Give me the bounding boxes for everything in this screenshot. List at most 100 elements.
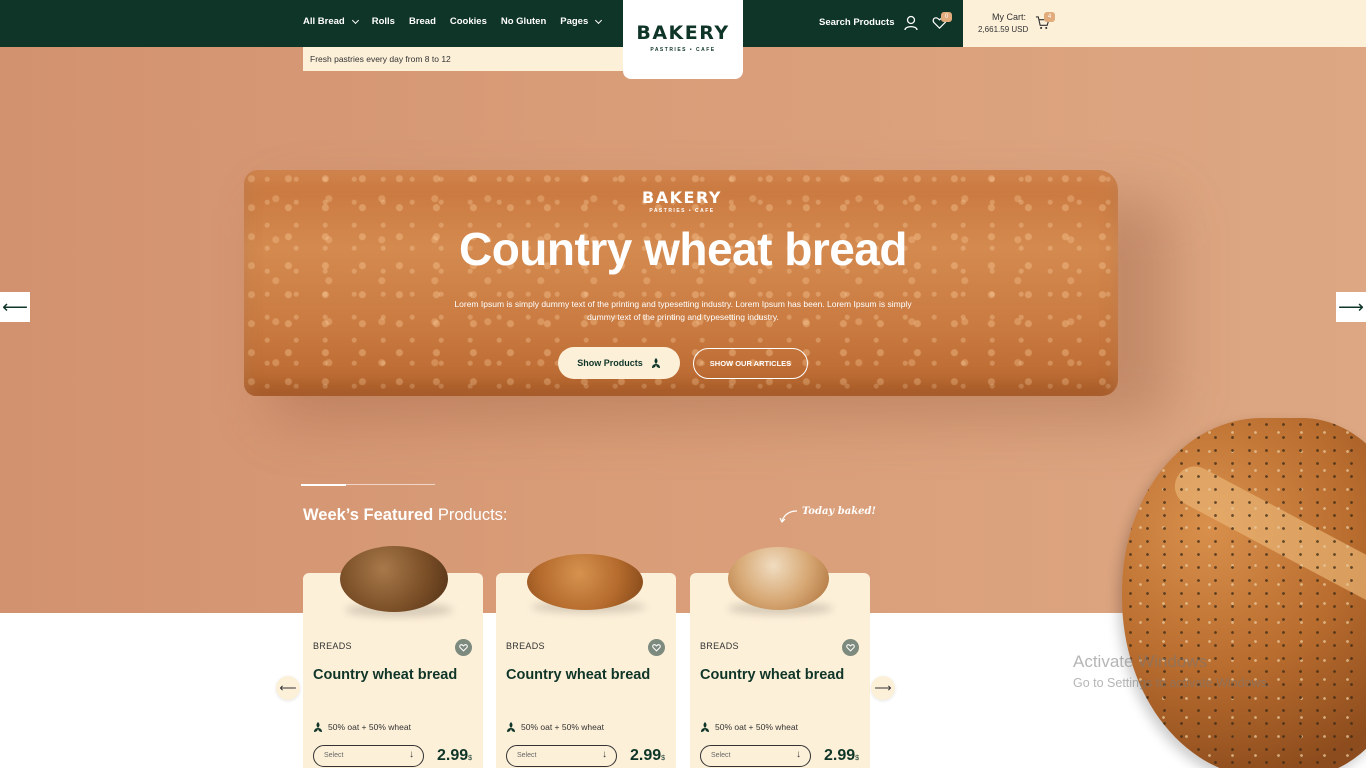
featured-section-title: Week’s Featured Products: bbox=[303, 506, 508, 525]
cart-count-badge: 4 bbox=[1044, 12, 1055, 22]
nav-item-rolls[interactable]: Rolls bbox=[372, 16, 395, 27]
product-image bbox=[527, 554, 643, 610]
favorite-button[interactable] bbox=[455, 639, 472, 656]
product-name[interactable]: Country wheat bread bbox=[313, 668, 463, 683]
cart-total: 2,661.59 USD bbox=[978, 25, 1029, 34]
nav-item-pages[interactable]: Pages bbox=[560, 16, 603, 27]
nav-item-cookies[interactable]: Cookies bbox=[450, 16, 487, 27]
arrow-down-icon: ↓ bbox=[602, 749, 607, 760]
curved-arrow-icon bbox=[779, 510, 798, 524]
watermark-line-2: Go to Settings to activate Windows. bbox=[1073, 676, 1271, 690]
select-label: Select bbox=[324, 752, 344, 759]
search-products-link[interactable]: Search Products bbox=[819, 17, 895, 28]
product-image bbox=[340, 546, 448, 612]
wishlist-button[interactable]: 0 bbox=[932, 12, 952, 31]
heart-icon bbox=[846, 644, 855, 652]
price-value: 2.99 bbox=[437, 747, 469, 764]
nav-item-all-bread[interactable]: All Bread bbox=[303, 16, 359, 27]
watermark-line-1: Activate Windows bbox=[1073, 652, 1208, 671]
section-divider-accent bbox=[301, 484, 346, 486]
show-articles-button[interactable]: SHOW OUR ARTICLES bbox=[693, 348, 808, 379]
nav-item-label: Pages bbox=[560, 16, 589, 27]
logo-title: BAKERY bbox=[636, 22, 730, 44]
product-mix: 50% oat + 50% wheat bbox=[313, 721, 411, 733]
top-navigation-bar: All Bread Rolls Bread Cookies No Gluten … bbox=[0, 0, 963, 47]
price-value: 2.99 bbox=[630, 747, 662, 764]
featured-title-rest: Products: bbox=[433, 506, 508, 524]
arrow-down-icon: ↓ bbox=[796, 749, 801, 760]
select-label: Select bbox=[711, 752, 731, 759]
favorite-button[interactable] bbox=[648, 639, 665, 656]
nav-item-no-gluten[interactable]: No Gluten bbox=[501, 16, 546, 27]
nav-item-label: No Gluten bbox=[500, 16, 547, 27]
product-category: BREADS bbox=[506, 641, 545, 651]
hero-logo-subtitle: PASTRIES • CAFE bbox=[649, 208, 715, 214]
product-mix-label: 50% oat + 50% wheat bbox=[328, 722, 411, 732]
nav-item-label: Rolls bbox=[371, 16, 395, 27]
arrow-right-icon: ⟶ bbox=[874, 681, 892, 695]
product-price: 2.99$ bbox=[824, 747, 859, 765]
show-products-button[interactable]: Show Products bbox=[558, 347, 680, 379]
product-mix: 50% oat + 50% wheat bbox=[700, 721, 798, 733]
product-name[interactable]: Country wheat bread bbox=[506, 668, 656, 683]
hero-next-arrow[interactable]: ⟶ bbox=[1336, 292, 1366, 322]
wheat-icon bbox=[701, 722, 709, 732]
cart-button[interactable]: 4 bbox=[1035, 12, 1055, 33]
opening-hours-notice: Fresh pastries every day from 8 to 12 bbox=[303, 47, 623, 71]
chevron-down-icon bbox=[595, 16, 603, 24]
show-products-label: Show Products bbox=[577, 358, 643, 368]
select-label: Select bbox=[517, 752, 537, 759]
cart-area: My Cart: 2,661.59 USD 4 bbox=[963, 0, 1366, 47]
product-name[interactable]: Country wheat bread bbox=[700, 668, 850, 683]
price-value: 2.99 bbox=[824, 747, 856, 764]
product-category: BREADS bbox=[313, 641, 352, 651]
featured-title-bold: Week’s Featured bbox=[303, 506, 434, 524]
wheat-icon bbox=[651, 358, 660, 368]
product-card[interactable]: BREADS Country wheat bread 50% oat + 50%… bbox=[303, 546, 483, 768]
bread-seeds-texture bbox=[1122, 418, 1366, 768]
product-variant-select[interactable]: Select ↓ bbox=[313, 745, 424, 767]
nav-item-bread[interactable]: Bread bbox=[409, 16, 436, 27]
decorative-bread-image bbox=[1122, 418, 1366, 768]
arrow-down-icon: ↓ bbox=[409, 749, 414, 760]
chevron-down-icon bbox=[351, 16, 359, 24]
price-currency: $ bbox=[661, 755, 666, 762]
wishlist-count-badge: 0 bbox=[941, 12, 952, 22]
product-image bbox=[728, 547, 829, 610]
heart-icon bbox=[459, 644, 468, 652]
wheat-icon bbox=[314, 722, 322, 732]
product-price: 2.99$ bbox=[630, 747, 665, 765]
main-nav: All Bread Rolls Bread Cookies No Gluten … bbox=[303, 16, 603, 27]
wheat-icon bbox=[507, 722, 515, 732]
product-card[interactable]: BREADS Country wheat bread 50% oat + 50%… bbox=[496, 554, 676, 768]
hero-description: Lorem Ipsum is simply dummy text of the … bbox=[454, 299, 912, 322]
product-mix: 50% oat + 50% wheat bbox=[506, 721, 604, 733]
nav-item-label: Bread bbox=[408, 16, 436, 27]
hero-logo: BAKERY PASTRIES • CAFE bbox=[622, 188, 742, 214]
product-variant-select[interactable]: Select ↓ bbox=[700, 745, 811, 767]
nav-item-label: All Bread bbox=[303, 16, 345, 27]
hero-logo-title: BAKERY bbox=[642, 188, 722, 207]
arrow-right-icon: ⟶ bbox=[1338, 296, 1364, 317]
products-next-arrow[interactable]: ⟶ bbox=[871, 676, 895, 700]
products-prev-arrow[interactable]: ⟵ bbox=[276, 676, 300, 700]
product-mix-label: 50% oat + 50% wheat bbox=[715, 722, 798, 732]
cart-label: My Cart: bbox=[992, 12, 1027, 22]
windows-activation-watermark: Activate Windows Go to Settings to activ… bbox=[1073, 652, 1270, 690]
nav-item-label: Cookies bbox=[449, 16, 487, 27]
product-card[interactable]: BREADS Country wheat bread 50% oat + 50%… bbox=[690, 547, 870, 768]
hero-title: Country wheat bread bbox=[458, 223, 908, 275]
logo-subtitle: PASTRIES • CAFE bbox=[650, 47, 716, 53]
price-currency: $ bbox=[855, 755, 860, 762]
today-baked-tagline: Today baked! bbox=[802, 506, 876, 517]
product-price: 2.99$ bbox=[437, 747, 472, 765]
product-variant-select[interactable]: Select ↓ bbox=[506, 745, 617, 767]
user-icon[interactable] bbox=[904, 15, 918, 31]
favorite-button[interactable] bbox=[842, 639, 859, 656]
product-category: BREADS bbox=[700, 641, 739, 651]
price-currency: $ bbox=[468, 755, 473, 762]
site-logo[interactable]: BAKERY PASTRIES • CAFE bbox=[623, 0, 743, 79]
hero-prev-arrow[interactable]: ⟵ bbox=[0, 292, 30, 322]
arrow-left-icon: ⟵ bbox=[279, 681, 297, 695]
product-mix-label: 50% oat + 50% wheat bbox=[521, 722, 604, 732]
